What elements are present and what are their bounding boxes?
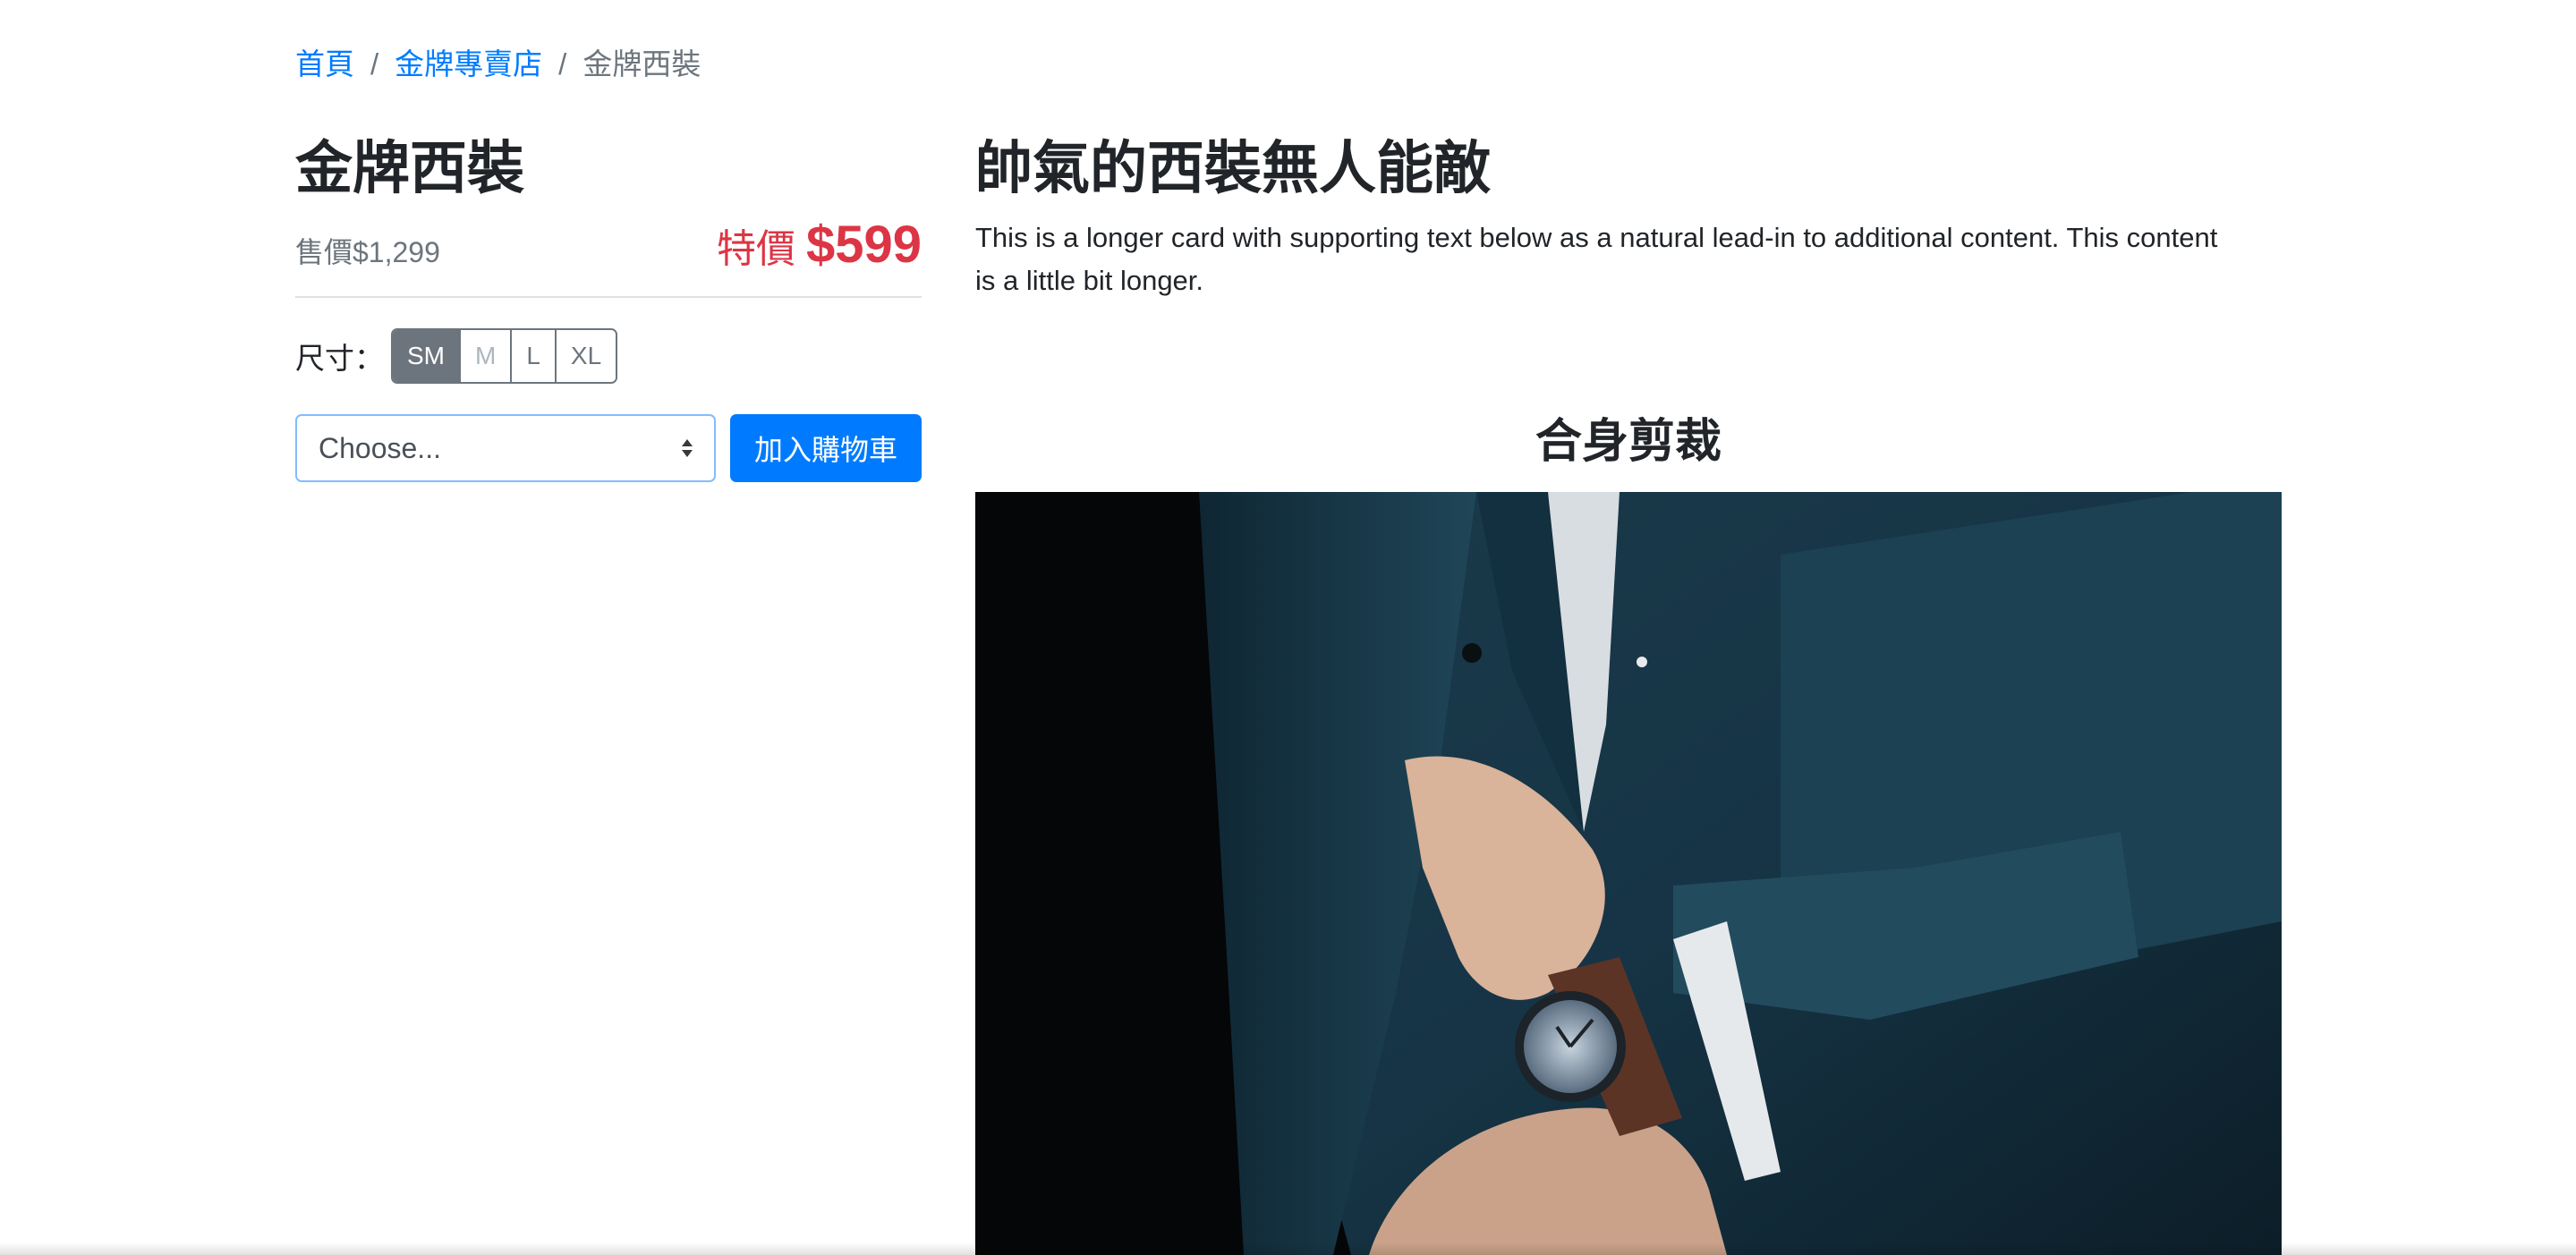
product-panel: 金牌西裝 售價$1,299 特價 $599 尺寸： SM M L XL Choos…: [295, 125, 922, 482]
breadcrumb: 首頁 / 金牌專賣店 / 金牌西裝: [295, 43, 701, 86]
size-label: 尺寸：: [295, 342, 384, 375]
sale-amount: $599: [805, 216, 922, 274]
select-value: Choose...: [319, 431, 441, 464]
cart-row: Choose... 加入購物車: [295, 414, 922, 482]
size-selector: 尺寸： SM M L XL: [295, 328, 922, 384]
size-option-xl[interactable]: XL: [556, 330, 616, 382]
content-lead: This is a longer card with supporting te…: [975, 222, 2218, 296]
original-price: 售價$1,299: [295, 236, 440, 268]
price-row: 售價$1,299 特價 $599: [295, 215, 922, 298]
size-button-group: SM M L XL: [391, 328, 618, 384]
breadcrumb-separator: /: [370, 47, 379, 81]
quantity-select[interactable]: Choose...: [295, 414, 716, 482]
breadcrumb-store-link[interactable]: 金牌專賣店: [395, 43, 542, 86]
size-option-sm[interactable]: SM: [393, 330, 461, 382]
window-bottom-edge: [0, 1242, 2576, 1255]
suit-photo-illustration: [975, 492, 2282, 1255]
add-to-cart-button[interactable]: 加入購物車: [730, 414, 922, 482]
size-option-l[interactable]: L: [512, 330, 557, 382]
product-title: 金牌西裝: [295, 136, 524, 200]
content-panel: 帥氣的西裝無人能敵 This is a longer card with sup…: [975, 125, 2282, 468]
sale-price: 特價 $599: [717, 215, 922, 275]
breadcrumb-separator: /: [558, 47, 567, 81]
content-headline: 帥氣的西裝無人能敵: [975, 136, 1491, 200]
sale-label: 特價: [716, 227, 795, 271]
breadcrumb-current: 金牌西裝: [582, 47, 701, 81]
breadcrumb-home-link[interactable]: 首頁: [295, 43, 354, 86]
size-option-m[interactable]: M: [461, 330, 513, 382]
select-arrows-icon: [682, 439, 693, 457]
suit-watch-photo: [975, 492, 2282, 1255]
feature-title: 合身剪裁: [1535, 416, 1722, 468]
